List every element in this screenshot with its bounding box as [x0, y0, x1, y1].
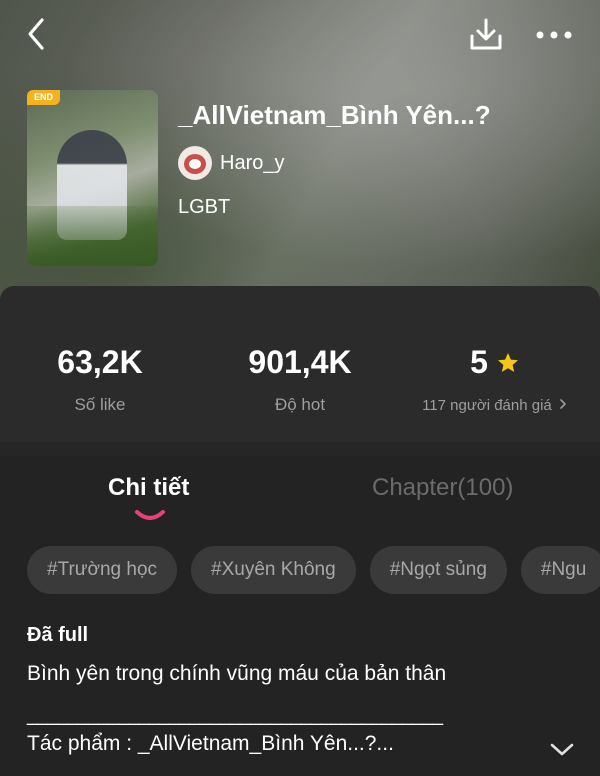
top-bar: [0, 0, 600, 70]
more-options-button[interactable]: [532, 20, 576, 50]
expand-description-button[interactable]: [548, 738, 576, 760]
genre-label[interactable]: LGBT: [178, 196, 230, 219]
tag-time-travel[interactable]: #Xuyên Không: [191, 546, 356, 594]
chevron-down-icon: [550, 743, 574, 756]
active-tab-indicator: [135, 510, 165, 520]
tag-partial[interactable]: #Ngu: [520, 546, 600, 594]
rating-value: 5: [470, 344, 488, 380]
description-divider: ________________________________________…: [27, 704, 443, 726]
author-name: Haro_y: [220, 151, 285, 174]
likes-stat: 63,2K Số like: [0, 344, 200, 415]
detail-content: [0, 456, 600, 776]
story-description: Bình yên trong chính vũng máu của bản th…: [27, 662, 447, 685]
star-icon: [497, 352, 518, 372]
more-horizontal-icon: [536, 31, 572, 39]
hot-stat: 901,4K Độ hot: [200, 344, 400, 415]
tag-sweet[interactable]: #Ngọt sủng: [369, 546, 507, 594]
completion-status: Đã full: [27, 624, 89, 646]
stats-panel: 63,2K Số like 901,4K Độ hot 5 117 người …: [0, 286, 600, 442]
likes-label: Số like: [74, 395, 126, 414]
work-line: Tác phẩm : _AllVietnam_Bình Yên...?...: [27, 732, 394, 755]
back-button[interactable]: [20, 14, 56, 54]
download-icon: [470, 18, 502, 50]
hot-value: 901,4K: [248, 344, 352, 380]
story-cover-image[interactable]: [27, 90, 158, 266]
tab-chapters[interactable]: Chapter(100): [372, 474, 513, 502]
hot-label: Độ hot: [274, 395, 326, 414]
cover-grass: [27, 206, 158, 266]
author-avatar: [178, 146, 212, 180]
tag-school[interactable]: #Trường học: [27, 546, 178, 594]
chevron-right-icon: [560, 399, 566, 409]
rating-stat[interactable]: 5 117 người đánh giá: [390, 344, 600, 414]
likes-value: 63,2K: [57, 344, 143, 380]
end-badge: END: [27, 90, 60, 105]
author-link[interactable]: Haro_y: [178, 146, 284, 180]
download-button[interactable]: [466, 14, 506, 54]
rating-count: 117 người đánh giá: [422, 397, 552, 414]
story-title: _AllVietnam_Bình Yên...?: [178, 100, 491, 130]
tab-details[interactable]: Chi tiết: [108, 474, 189, 502]
chevron-left-icon: [28, 18, 44, 50]
tag-list: #Trường học #Xuyên Không #Ngọt sủng #Ngu: [27, 546, 600, 594]
